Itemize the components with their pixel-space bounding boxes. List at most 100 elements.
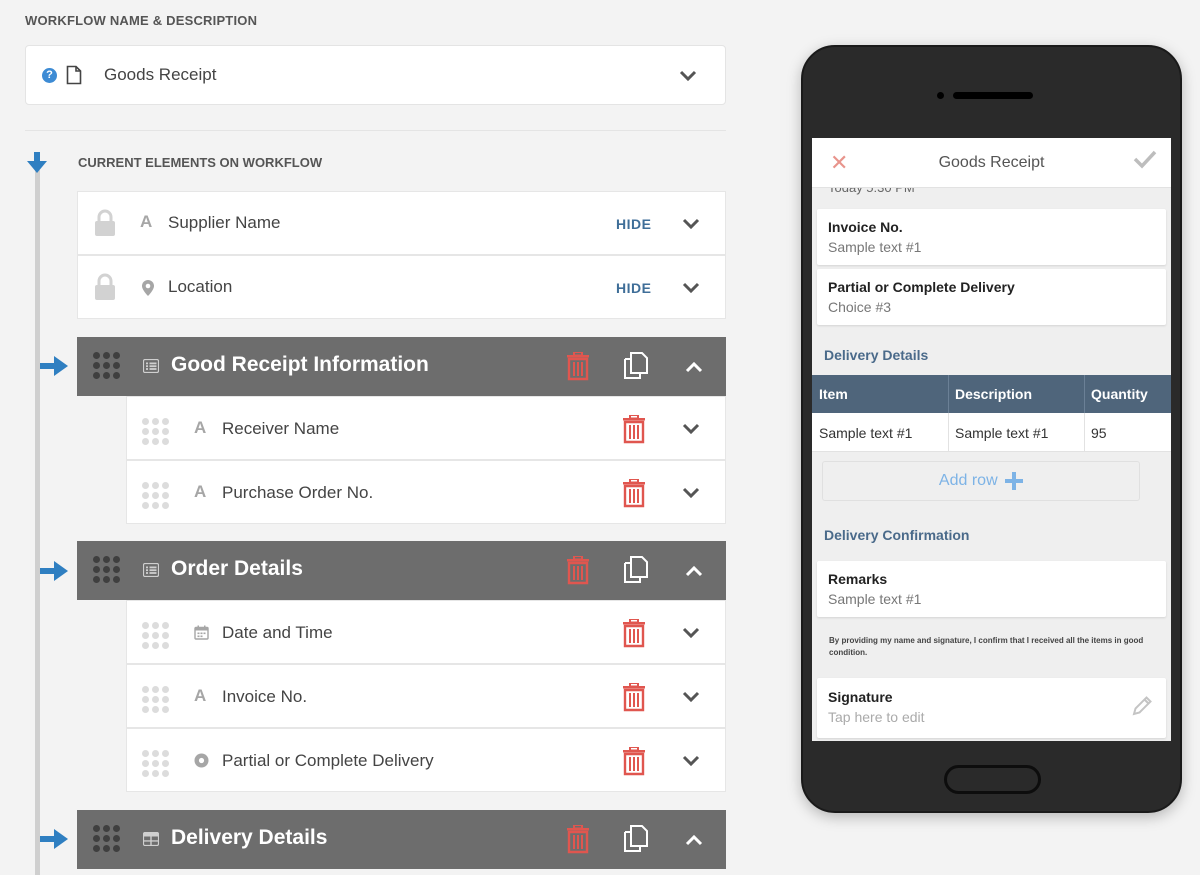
element-row-partial-or-complete-delivery[interactable]: Partial or Complete Delivery <box>126 728 726 792</box>
hide-button[interactable]: HIDE <box>616 216 651 232</box>
divider <box>25 130 726 131</box>
list-icon <box>143 359 159 373</box>
trash-icon[interactable] <box>566 352 590 381</box>
element-label: Supplier Name <box>168 213 281 232</box>
column-header: Quantity <box>1091 386 1148 402</box>
chevron-down-icon[interactable] <box>682 755 700 767</box>
chevron-down-icon[interactable] <box>682 218 700 230</box>
preview-field-signature[interactable]: Signature Tap here to edit <box>817 678 1166 738</box>
plus-icon <box>1005 471 1024 490</box>
workflow-name-card[interactable]: ? Goods Receipt <box>25 45 726 105</box>
field-title: Signature <box>828 689 893 705</box>
arrow-right-icon <box>40 829 68 849</box>
drag-handle-icon[interactable] <box>93 352 120 379</box>
mobile-title: Goods Receipt <box>938 154 1045 171</box>
chevron-down-icon[interactable] <box>682 627 700 639</box>
duplicate-icon[interactable] <box>623 351 649 380</box>
drag-handle-icon[interactable] <box>142 482 169 509</box>
group-title: Good Receipt Information <box>171 353 429 376</box>
element-row-supplier-name[interactable]: A Supplier Name HIDE <box>77 191 726 255</box>
element-row-location[interactable]: Location HIDE <box>77 255 726 319</box>
trash-icon[interactable] <box>566 556 590 585</box>
trash-icon[interactable] <box>566 825 590 854</box>
arrow-right-icon <box>40 356 68 376</box>
text-a-icon: A <box>194 482 207 501</box>
field-value: Choice #3 <box>828 299 892 315</box>
workflow-timeline <box>35 170 40 875</box>
phone-speaker <box>953 92 1033 99</box>
drag-handle-icon[interactable] <box>142 418 169 445</box>
group-order-details[interactable]: Order Details <box>77 541 726 600</box>
table-cell: 95 <box>1091 425 1107 441</box>
add-row-button[interactable]: Add row <box>822 461 1140 501</box>
field-title: Partial or Complete Delivery <box>828 279 1015 295</box>
preview-field-invoice-no[interactable]: Invoice No. Sample text #1 <box>817 209 1166 265</box>
drag-handle-icon[interactable] <box>142 622 169 649</box>
mobile-header: ✕ Goods Receipt <box>812 138 1171 188</box>
arrow-down-icon <box>27 152 47 173</box>
arrow-right-icon <box>40 561 68 581</box>
table-icon <box>143 832 159 846</box>
group-title: Delivery Details <box>171 826 328 849</box>
table-row[interactable]: Sample text #1 Sample text #1 95 <box>812 413 1171 452</box>
text-a-icon: A <box>194 418 207 437</box>
trash-icon[interactable] <box>622 619 646 648</box>
field-value: Sample text #1 <box>828 239 922 255</box>
chevron-up-icon[interactable] <box>685 565 703 577</box>
phone-screen: Today 5:30 PM ✕ Goods Receipt Invoice No… <box>812 138 1171 741</box>
element-label: Location <box>168 277 233 296</box>
field-placeholder: Tap here to edit <box>828 709 925 725</box>
field-title: Invoice No. <box>828 219 903 235</box>
hide-button[interactable]: HIDE <box>616 280 651 296</box>
drag-handle-icon[interactable] <box>142 750 169 777</box>
check-icon[interactable] <box>1133 149 1157 169</box>
chevron-up-icon[interactable] <box>685 834 703 846</box>
duplicate-icon[interactable] <box>623 824 649 853</box>
current-elements-title: CURRENT ELEMENTS ON WORKFLOW <box>78 155 323 170</box>
column-header: Item <box>819 386 848 402</box>
chevron-down-icon[interactable] <box>682 423 700 435</box>
element-row-invoice-no[interactable]: A Invoice No. <box>126 664 726 728</box>
element-row-purchase-order-no[interactable]: A Purchase Order No. <box>126 460 726 524</box>
drag-handle-icon[interactable] <box>93 825 120 852</box>
chevron-down-icon[interactable] <box>682 282 700 294</box>
group-good-receipt-information[interactable]: Good Receipt Information <box>77 337 726 396</box>
pencil-icon[interactable] <box>1130 694 1154 718</box>
section-delivery-confirmation: Delivery Confirmation <box>824 527 970 543</box>
table-cell: Sample text #1 <box>955 425 1049 441</box>
chevron-down-icon[interactable] <box>679 70 697 82</box>
table-header: Item Description Quantity <box>812 375 1171 413</box>
chevron-up-icon[interactable] <box>685 361 703 373</box>
phone-home-button <box>944 765 1041 794</box>
calendar-icon <box>194 625 209 640</box>
radio-icon <box>194 753 209 768</box>
trash-icon[interactable] <box>622 479 646 508</box>
phone-preview: Today 5:30 PM ✕ Goods Receipt Invoice No… <box>801 45 1182 813</box>
document-icon <box>66 65 82 85</box>
element-label: Receiver Name <box>222 419 340 438</box>
duplicate-icon[interactable] <box>623 555 649 584</box>
element-row-receiver-name[interactable]: A Receiver Name <box>126 396 726 460</box>
chevron-down-icon[interactable] <box>682 487 700 499</box>
trash-icon[interactable] <box>622 683 646 712</box>
element-row-date-and-time[interactable]: Date and Time <box>126 600 726 664</box>
text-a-icon: A <box>140 212 153 231</box>
preview-field-partial-or-complete-delivery[interactable]: Partial or Complete Delivery Choice #3 <box>817 269 1166 325</box>
section-delivery-details: Delivery Details <box>824 347 929 363</box>
drag-handle-icon[interactable] <box>142 686 169 713</box>
field-title: Remarks <box>828 571 888 587</box>
list-icon <box>143 563 159 577</box>
group-delivery-details[interactable]: Delivery Details <box>77 810 726 869</box>
trash-icon[interactable] <box>622 415 646 444</box>
drag-handle-icon[interactable] <box>93 556 120 583</box>
help-icon[interactable]: ? <box>42 68 57 83</box>
chevron-down-icon[interactable] <box>682 691 700 703</box>
element-label: Purchase Order No. <box>222 483 374 502</box>
trash-icon[interactable] <box>622 747 646 776</box>
field-value: Sample text #1 <box>828 591 922 607</box>
workflow-section-title: WORKFLOW NAME & DESCRIPTION <box>25 13 258 28</box>
preview-field-remarks[interactable]: Remarks Sample text #1 <box>817 561 1166 617</box>
lock-icon <box>95 209 115 236</box>
lock-icon <box>95 273 115 300</box>
element-label: Date and Time <box>222 623 333 642</box>
